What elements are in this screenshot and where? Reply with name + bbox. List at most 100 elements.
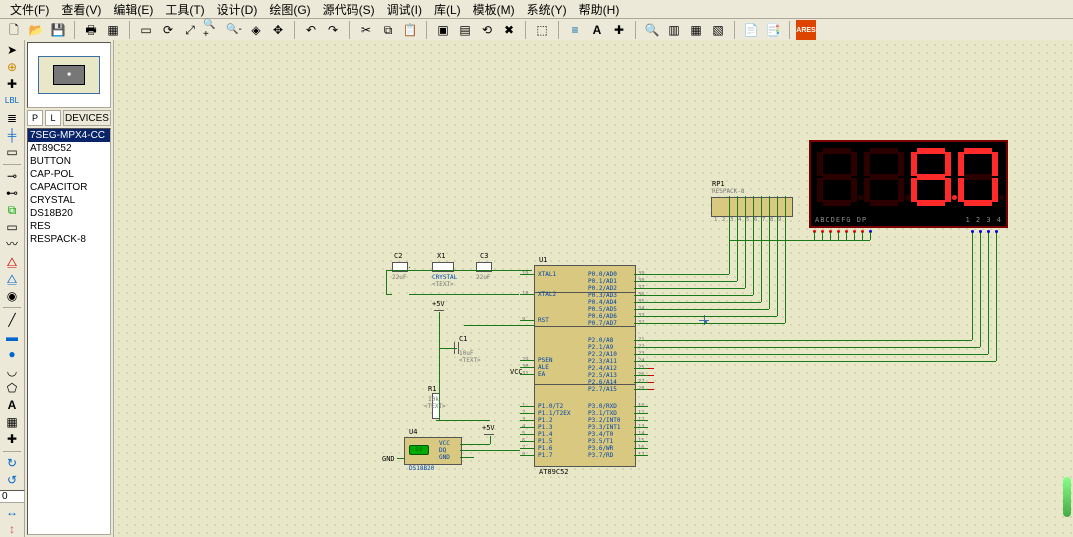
menu-design[interactable]: 设计(D) xyxy=(211,1,264,18)
pan-icon[interactable]: ✥ xyxy=(268,20,288,40)
mirror-h-icon[interactable]: ↔ xyxy=(1,505,23,520)
paste-icon[interactable]: 📋 xyxy=(400,20,420,40)
instrument-icon[interactable]: ◉ xyxy=(1,288,23,303)
save-file-icon[interactable]: 💾 xyxy=(48,20,68,40)
menu-file[interactable]: 文件(F) xyxy=(4,1,55,18)
generator-icon[interactable]: 〰 xyxy=(1,237,23,252)
wire-style-icon[interactable]: ≡ xyxy=(565,20,585,40)
device-pin-icon[interactable]: ⊷ xyxy=(1,186,23,201)
undo-icon[interactable]: ↶ xyxy=(301,20,321,40)
bom-icon[interactable]: 📑 xyxy=(763,20,783,40)
area-icon[interactable]: ▦ xyxy=(103,20,123,40)
makedevice-icon[interactable]: ▦ xyxy=(686,20,706,40)
text-script-icon[interactable]: ≣ xyxy=(1,110,23,125)
report-icon[interactable]: 📄 xyxy=(741,20,761,40)
page-icon[interactable]: ▭ xyxy=(136,20,156,40)
zoom-out-icon[interactable]: 🔍- xyxy=(224,20,244,40)
device-item[interactable]: DS18B20 xyxy=(28,207,110,220)
symbol-icon[interactable]: ▦ xyxy=(1,415,23,430)
box-icon[interactable]: ▬ xyxy=(1,329,23,344)
copy-icon[interactable]: ⧉ xyxy=(378,20,398,40)
component-mode-icon[interactable]: ⊕ xyxy=(1,59,23,74)
ares-icon[interactable]: ARES xyxy=(796,20,816,40)
plus5v-1: +5V xyxy=(432,300,445,308)
cut-icon[interactable]: ✂ xyxy=(356,20,376,40)
text-icon[interactable]: A xyxy=(1,398,23,413)
menu-edit[interactable]: 编辑(E) xyxy=(107,1,159,18)
pick-device-button[interactable]: P xyxy=(27,110,43,126)
probe-v-icon[interactable]: ⧋ xyxy=(1,254,23,269)
package-icon[interactable]: ▥ xyxy=(664,20,684,40)
device-item[interactable]: RESPACK-8 xyxy=(28,233,110,246)
wire-label-icon[interactable]: LBL xyxy=(1,93,23,108)
x1-text: <TEXT> xyxy=(432,281,454,288)
junction-icon[interactable]: ✚ xyxy=(609,20,629,40)
respack[interactable] xyxy=(711,197,793,217)
print-icon[interactable]: 🖶 xyxy=(81,20,101,40)
wire xyxy=(460,444,490,445)
menu-graph[interactable]: 绘图(G) xyxy=(263,1,316,18)
mirror-v-icon[interactable]: ↕ xyxy=(1,522,23,537)
rotate-ccw-icon[interactable]: ↺ xyxy=(1,473,23,488)
text-style-icon[interactable]: A xyxy=(587,20,607,40)
terminal-icon[interactable]: ⊸ xyxy=(1,168,23,183)
schematic-canvas[interactable]: U1 AT89C52 RP1 RESPACK-8 ABCDEFG DP 1 2 … xyxy=(114,40,1073,537)
rotation-input[interactable]: 0 xyxy=(0,490,25,503)
rotate-cw-icon[interactable]: ↻ xyxy=(1,455,23,470)
line-icon[interactable]: ╱ xyxy=(1,312,23,327)
arc-icon[interactable]: ◡ xyxy=(1,363,23,378)
menu-lib[interactable]: 库(L) xyxy=(428,1,467,18)
pin-label: P2.4/A12 xyxy=(588,365,617,372)
open-file-icon[interactable]: 📂 xyxy=(26,20,46,40)
wire xyxy=(854,232,855,240)
pin-label: 9 xyxy=(778,217,781,223)
marker-icon[interactable]: ✚ xyxy=(1,432,23,447)
bus-icon[interactable]: ╪ xyxy=(1,128,23,143)
redo-icon[interactable]: ↷ xyxy=(323,20,343,40)
device-item[interactable]: 7SEG-MPX4-CC xyxy=(28,129,110,142)
circle-icon[interactable]: ● xyxy=(1,346,23,361)
block-rotate-icon[interactable]: ⟲ xyxy=(477,20,497,40)
menu-tools[interactable]: 工具(T) xyxy=(159,1,210,18)
wire xyxy=(648,274,729,275)
library-button[interactable]: L xyxy=(45,110,61,126)
devices-list[interactable]: 7SEG-MPX4-CCAT89C52BUTTONCAP-POLCAPACITO… xyxy=(27,128,111,535)
new-file-icon[interactable]: 🗋 xyxy=(4,20,24,40)
menu-source[interactable]: 源代码(S) xyxy=(317,1,381,18)
menu-help[interactable]: 帮助(H) xyxy=(573,1,626,18)
device-item[interactable]: CRYSTAL xyxy=(28,194,110,207)
menu-template[interactable]: 模板(M) xyxy=(467,1,521,18)
pick-icon[interactable]: ⬚ xyxy=(532,20,552,40)
subcircuit-icon[interactable]: ▭ xyxy=(1,145,23,160)
junction-dot-icon[interactable]: ✚ xyxy=(1,76,23,91)
device-item[interactable]: BUTTON xyxy=(28,155,110,168)
block-copy-icon[interactable]: ▣ xyxy=(433,20,453,40)
menu-view[interactable]: 查看(V) xyxy=(55,1,107,18)
zoom-fit-icon[interactable]: ⤢ xyxy=(180,20,200,40)
seven-seg-display[interactable]: ABCDEFG DP 1 2 3 4 xyxy=(809,140,1008,228)
device-item[interactable]: AT89C52 xyxy=(28,142,110,155)
menu-debug[interactable]: 调试(I) xyxy=(381,1,428,18)
probe-i-icon[interactable]: ⧋ xyxy=(1,271,23,286)
device-item[interactable]: RES xyxy=(28,220,110,233)
zoom-all-icon[interactable]: ◈ xyxy=(246,20,266,40)
decompose-icon[interactable]: ▧ xyxy=(708,20,728,40)
gnd-label: GND xyxy=(382,455,395,463)
graph-icon[interactable]: ⧉ xyxy=(1,203,23,218)
menu-system[interactable]: 系统(Y) xyxy=(521,1,573,18)
refresh-icon[interactable]: ⟳ xyxy=(158,20,178,40)
pin-label: XTAL2 xyxy=(538,291,556,298)
block-delete-icon[interactable]: ✖ xyxy=(499,20,519,40)
selection-mode-icon[interactable]: ➤ xyxy=(1,42,23,57)
device-item[interactable]: CAPACITOR xyxy=(28,181,110,194)
wire xyxy=(634,361,648,362)
vertical-scrollbar[interactable] xyxy=(1063,160,1071,517)
poly-icon[interactable]: ⬠ xyxy=(1,380,23,395)
zoom-in-icon[interactable]: 🔍+ xyxy=(202,20,222,40)
block-move-icon[interactable]: ▤ xyxy=(455,20,475,40)
wire xyxy=(648,340,972,341)
search-part-icon[interactable]: 🔍 xyxy=(642,20,662,40)
overview-window[interactable]: ■ xyxy=(27,42,111,108)
device-item[interactable]: CAP-POL xyxy=(28,168,110,181)
tape-icon[interactable]: ▭ xyxy=(1,220,23,235)
